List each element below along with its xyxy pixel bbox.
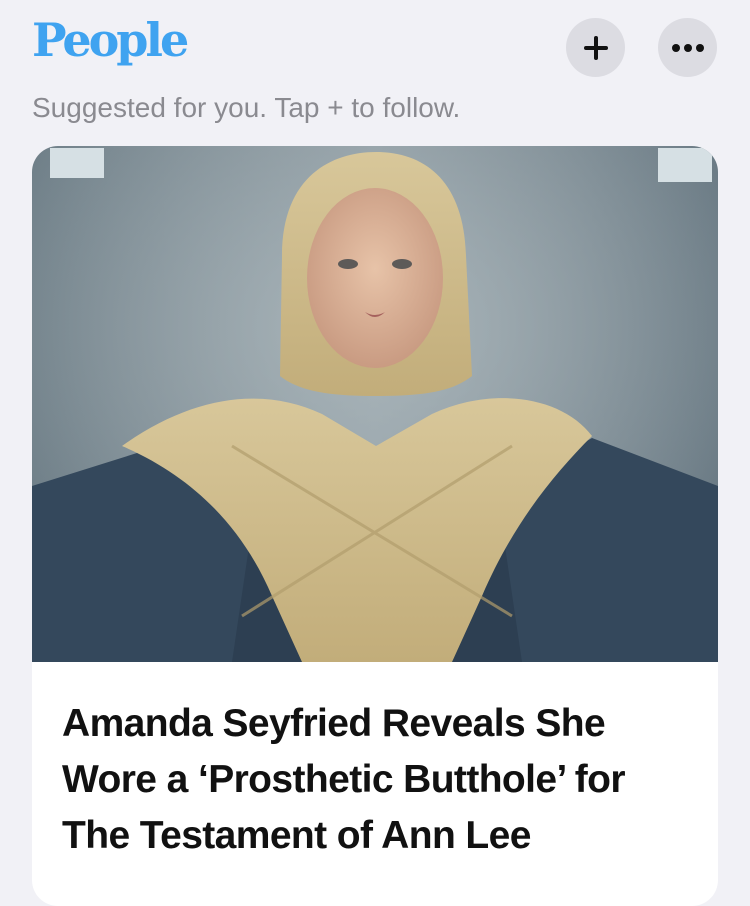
article-card[interactable]: Amanda Seyfried Reveals She Wore a ‘Pros… (32, 146, 718, 906)
article-hero-image (32, 146, 718, 662)
publisher-logo[interactable]: People (32, 8, 189, 72)
plus-icon (583, 35, 608, 60)
more-options-button[interactable] (658, 18, 717, 77)
follow-suggestion-text: Suggested for you. Tap + to follow. (32, 92, 461, 123)
follow-button[interactable] (566, 18, 625, 77)
article-headline[interactable]: Amanda Seyfried Reveals She Wore a ‘Pros… (62, 696, 702, 864)
ellipsis-icon (671, 43, 704, 52)
